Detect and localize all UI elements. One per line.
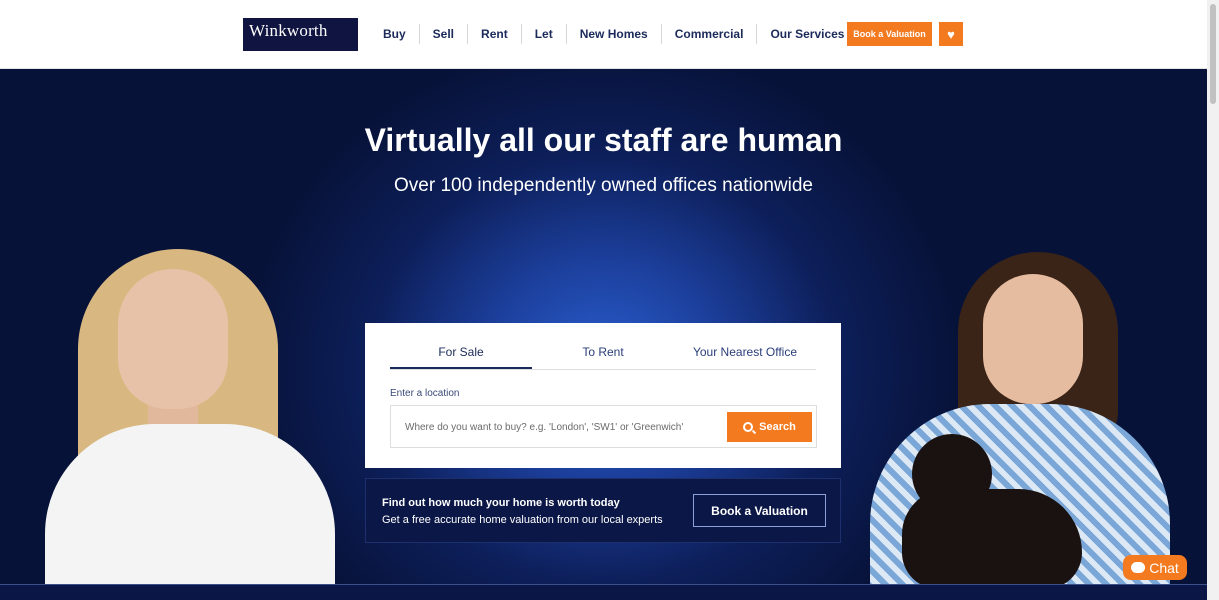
chat-button[interactable]: Chat [1123, 555, 1187, 580]
hero-title: Virtually all our staff are human [364, 122, 843, 158]
search-button-label: Search [759, 421, 796, 433]
main-nav: Buy Sell Rent Let New Homes Commercial O… [370, 24, 872, 44]
tab-to-rent[interactable]: To Rent [532, 323, 674, 369]
nav-our-services-label: Our Services [770, 27, 845, 41]
book-valuation-cta[interactable]: Book a Valuation [693, 494, 826, 527]
property-search-card: For Sale To Rent Your Nearest Office Ent… [365, 323, 841, 468]
site-header: Winkworth Buy Sell Rent Let New Homes Co… [0, 0, 1207, 69]
winkworth-logo[interactable]: Winkworth [243, 18, 358, 51]
nav-commercial[interactable]: Commercial [660, 24, 757, 44]
search-button[interactable]: Search [727, 412, 812, 442]
favourites-button[interactable]: ♥ [939, 22, 963, 46]
book-valuation-button[interactable]: Book a Valuation [847, 22, 932, 46]
location-input[interactable] [405, 419, 705, 435]
nav-sell[interactable]: Sell [418, 24, 467, 44]
nav-let[interactable]: Let [520, 24, 566, 44]
location-field: Search [390, 405, 817, 448]
location-label: Enter a location [390, 388, 460, 399]
valuation-banner: Find out how much your home is worth tod… [365, 478, 841, 543]
heart-icon: ♥ [947, 26, 955, 42]
page-scrollbar[interactable] [1207, 0, 1219, 600]
nav-rent[interactable]: Rent [467, 24, 521, 44]
caption-bar [0, 584, 1207, 600]
chat-label: Chat [1149, 559, 1179, 576]
search-tabs: For Sale To Rent Your Nearest Office [390, 323, 816, 370]
hero-subtitle: Over 100 independently owned offices nat… [394, 175, 813, 196]
valuation-subtitle: Get a free accurate home valuation from … [382, 514, 663, 526]
nav-new-homes[interactable]: New Homes [565, 24, 661, 44]
hero-section: Virtually all our staff are human Over 1… [0, 69, 1207, 600]
valuation-title: Find out how much your home is worth tod… [382, 497, 620, 509]
nav-buy[interactable]: Buy [370, 24, 419, 44]
scroll-thumb[interactable] [1210, 4, 1216, 104]
tab-for-sale[interactable]: For Sale [390, 323, 532, 369]
search-icon [743, 422, 754, 432]
chat-bubble-icon [1131, 562, 1146, 573]
tab-nearest-office[interactable]: Your Nearest Office [674, 323, 816, 369]
